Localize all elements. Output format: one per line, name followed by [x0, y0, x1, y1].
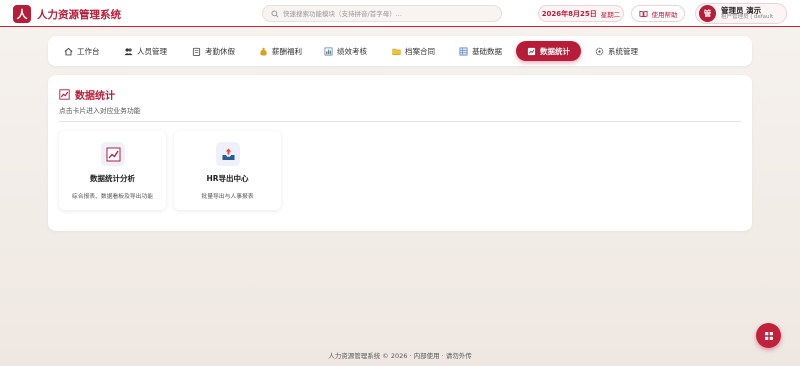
quick-menu-button[interactable] — [756, 323, 781, 348]
nav-item-attendance[interactable]: 考勤休假 — [186, 41, 241, 61]
nav-item-system[interactable]: 系统管理 — [589, 41, 644, 61]
card-title: 数据统计分析 — [90, 174, 135, 183]
chart-icon — [527, 47, 536, 55]
home-icon — [64, 47, 73, 55]
nav-item-label: 考勤休假 — [205, 46, 235, 56]
nav-item-salary[interactable]: 薪酬福利 — [253, 41, 308, 61]
book-icon — [638, 10, 648, 17]
page-title: 数据统计 — [59, 87, 115, 102]
help-button[interactable]: 使用帮助 — [631, 5, 685, 22]
nav-item-label: 系统管理 — [608, 46, 638, 56]
app-title[interactable]: 人力资源管理系统 — [37, 7, 121, 22]
card-hr-export[interactable]: HR导出中心 批量导出与人事报表 — [174, 131, 281, 210]
avatar: 管 — [699, 5, 716, 22]
nav-item-label: 薪酬福利 — [272, 46, 302, 56]
date-display: 2026年8月25日 星期二 — [538, 5, 624, 22]
nav-item-performance[interactable]: 绩效考核 — [318, 41, 373, 61]
card-data-analysis[interactable]: 数据统计分析 综合报表、数据看板及导出功能 — [59, 131, 166, 210]
money-bag-icon — [260, 47, 267, 56]
outbox-icon — [216, 142, 240, 166]
nav-item-label: 基础数据 — [472, 46, 502, 56]
content-panel: 数据统计 点击卡片进入对应业务功能 数据统计分析 综合报表、数据看板及导出功能 … — [48, 75, 752, 231]
user-role: 租户管理员 | default — [721, 13, 774, 20]
footer: 人力资源管理系统 © 2026 · 内部使用 · 请勿外传 — [328, 352, 472, 360]
search-box[interactable] — [262, 5, 502, 22]
nav-item-personnel[interactable]: 人员管理 — [118, 41, 173, 61]
chart-icon — [59, 89, 70, 100]
folder-icon — [392, 48, 401, 55]
nav-item-label: 人员管理 — [137, 46, 167, 56]
clipboard-icon — [192, 47, 201, 56]
nav-item-label: 绩效考核 — [337, 46, 367, 56]
gear-icon — [595, 47, 604, 55]
search-icon — [271, 9, 279, 18]
user-menu[interactable]: 管 管理员 演示 租户管理员 | default — [695, 3, 787, 24]
nav-item-label: 工作台 — [77, 46, 100, 56]
nav-item-label: 数据统计 — [540, 46, 570, 56]
nav-item-base-data[interactable]: 基础数据 — [453, 41, 508, 61]
nav-item-statistics[interactable]: 数据统计 — [516, 41, 581, 61]
chart-line-icon — [101, 142, 125, 166]
page-title-text: 数据统计 — [75, 91, 115, 102]
card-desc: 综合报表、数据看板及导出功能 — [71, 194, 154, 200]
help-button-label: 使用帮助 — [651, 10, 678, 19]
page-subtitle: 点击卡片进入对应业务功能 — [59, 107, 141, 115]
main-nav: 工作台 人员管理 考勤休假 薪酬福利 绩效考核 档案合同 基础数据 数据统计 系… — [48, 36, 752, 66]
nav-item-label: 档案合同 — [405, 46, 435, 56]
grid-icon — [764, 331, 773, 340]
search-input[interactable] — [283, 9, 493, 18]
card-title: HR导出中心 — [206, 174, 249, 183]
nav-item-workbench[interactable]: 工作台 — [58, 41, 106, 61]
nav-item-archive[interactable]: 档案合同 — [386, 41, 441, 61]
divider — [59, 121, 741, 122]
top-bar: 人 人力资源管理系统 2026年8月25日 星期二 使用帮助 管 管理员 演示 … — [0, 0, 800, 27]
weekday-text: 星期二 — [600, 10, 621, 19]
people-icon — [124, 47, 133, 55]
bar-chart-icon — [324, 47, 333, 55]
app-logo[interactable]: 人 — [13, 5, 31, 23]
date-text: 2026年8月25日 — [541, 9, 597, 18]
table-icon — [459, 47, 468, 55]
card-desc: 批量导出与人事报表 — [201, 194, 254, 200]
